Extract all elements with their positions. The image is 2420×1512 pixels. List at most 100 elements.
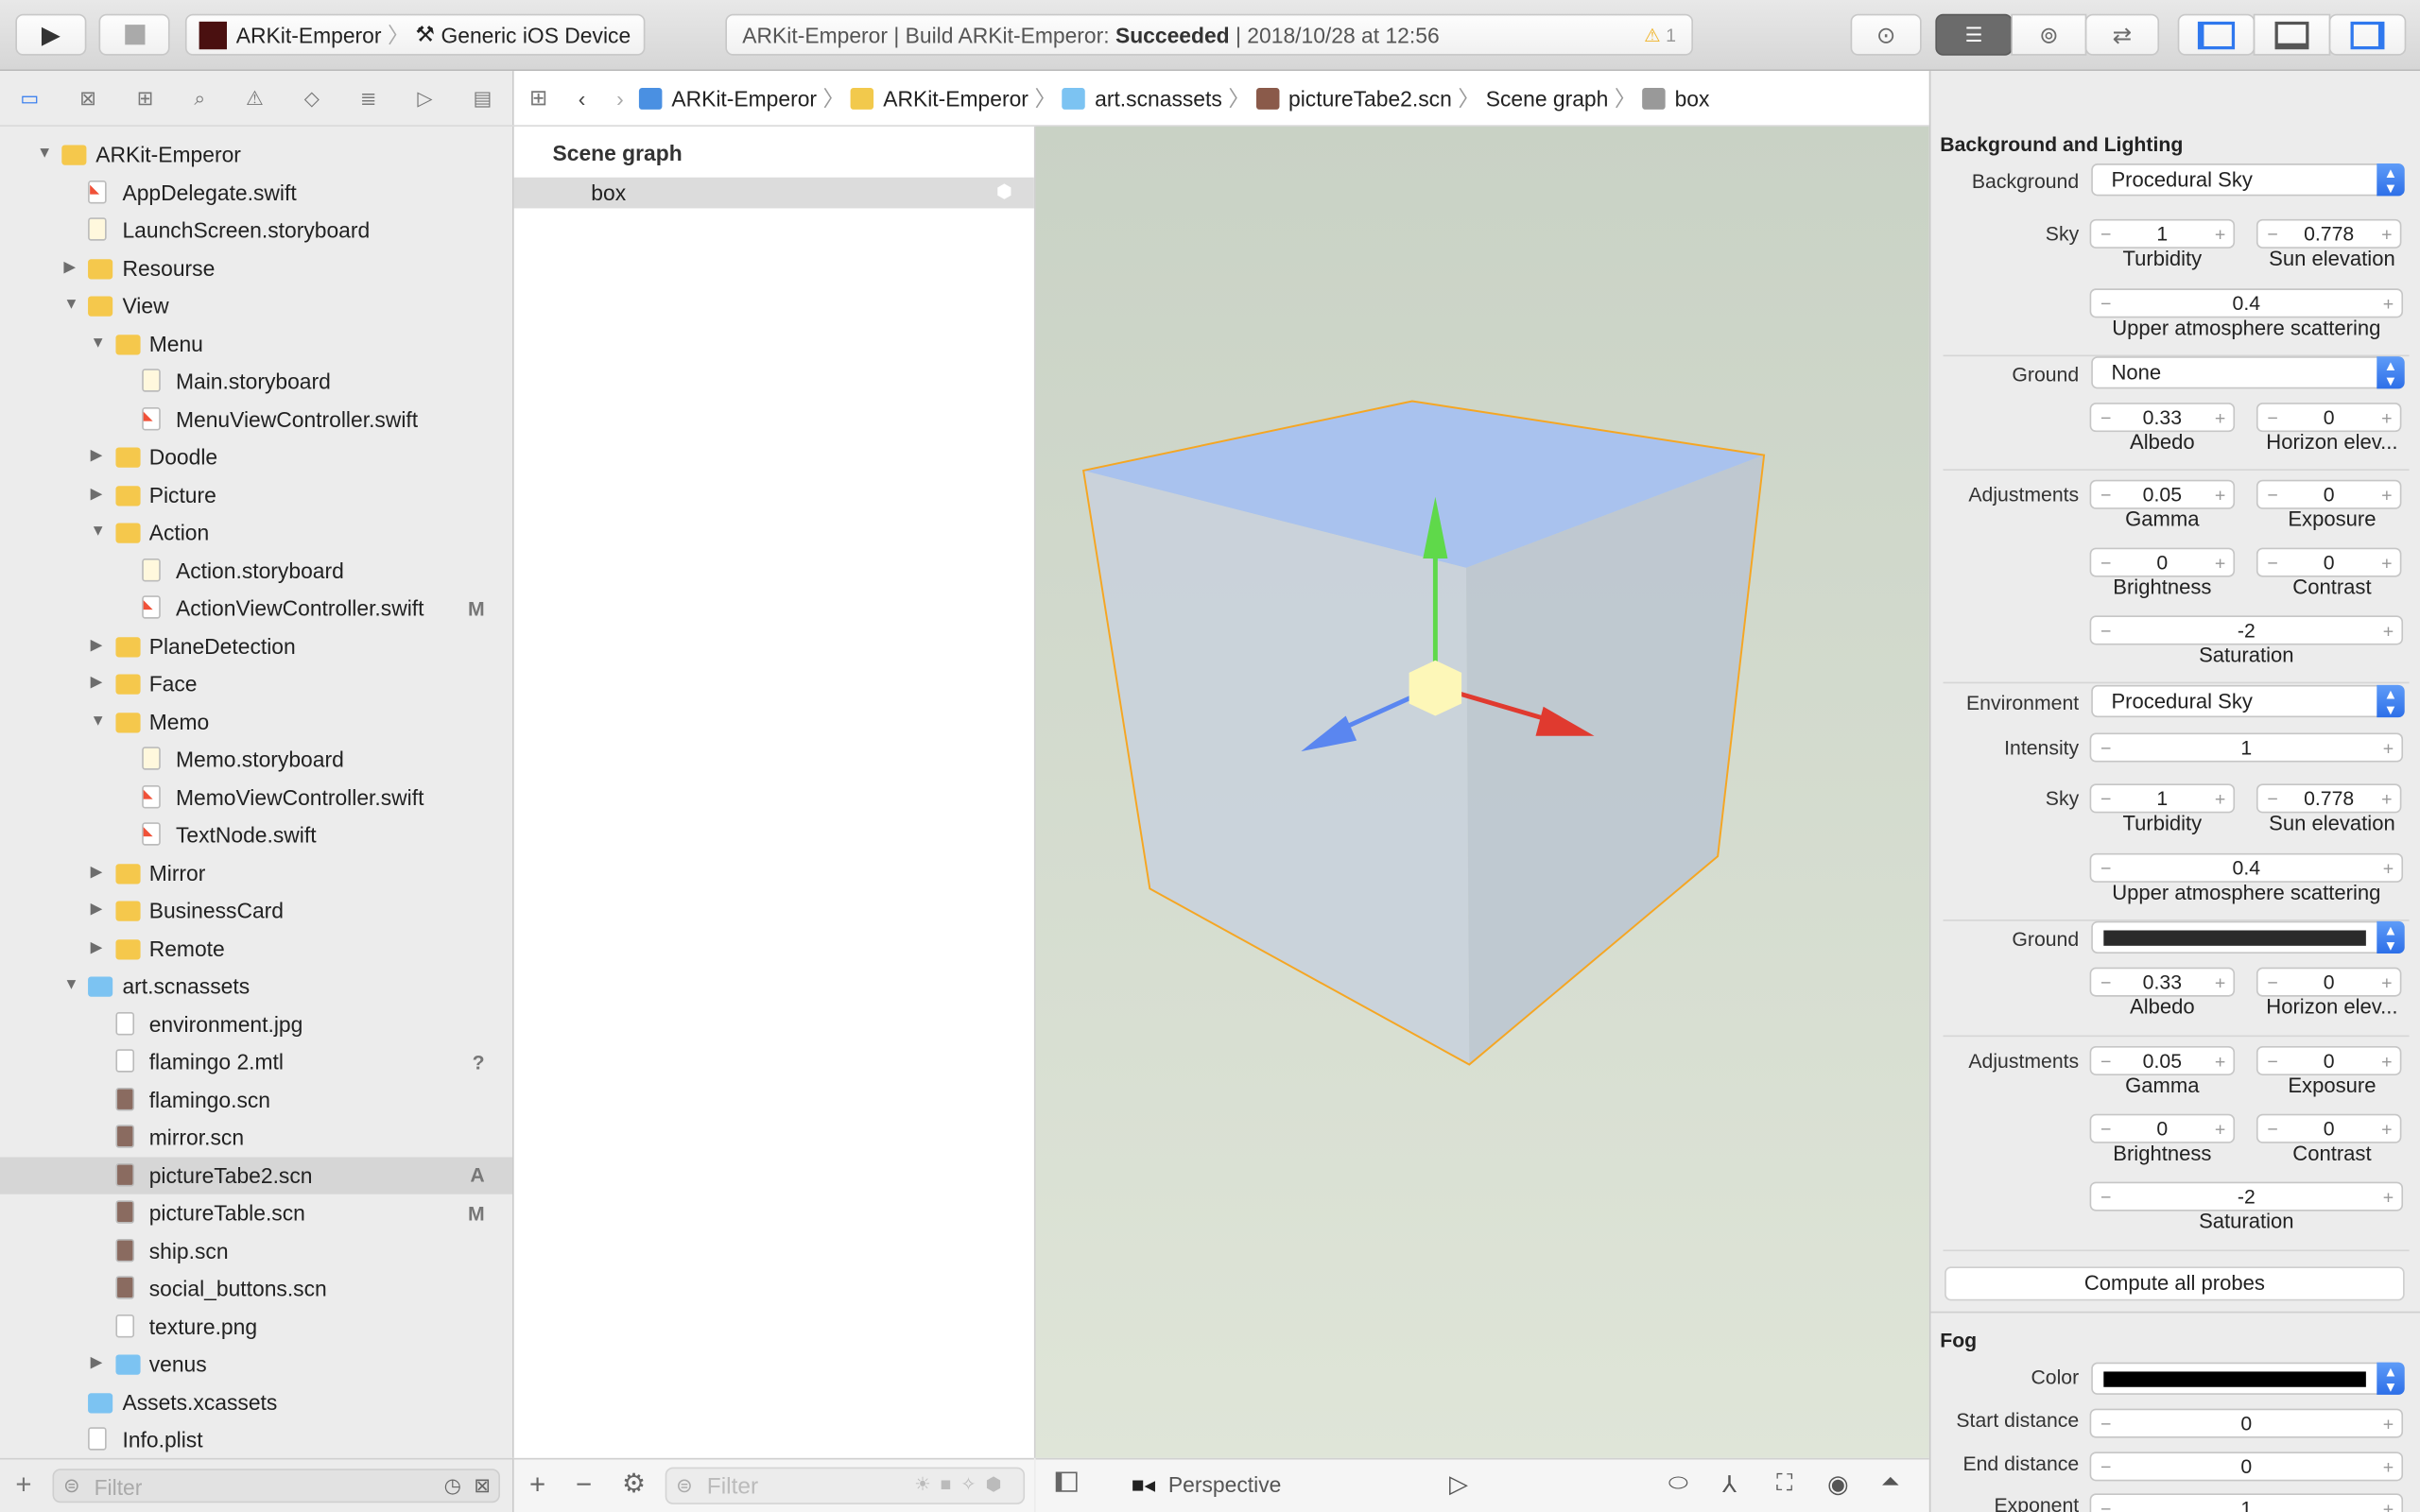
decrement-icon[interactable]: −: [2100, 857, 2111, 879]
number-stepper[interactable]: − 0 +: [2089, 1408, 2404, 1438]
file-item[interactable]: ▼ Action: [0, 514, 512, 551]
disclosure-closed-icon[interactable]: ▶: [91, 1354, 103, 1371]
scheme-selector[interactable]: ARKit-Emperor 〉 ⚒ Generic iOS Device: [184, 13, 646, 56]
number-stepper[interactable]: − 0.05 +: [2089, 1045, 2236, 1075]
decrement-icon[interactable]: −: [2267, 1050, 2277, 1072]
number-stepper[interactable]: − 0 +: [2089, 1452, 2404, 1482]
number-stepper[interactable]: − 0 +: [2089, 1113, 2236, 1143]
back-button[interactable]: ‹: [579, 86, 586, 111]
filter-type-icons[interactable]: ☀■✧⬢: [914, 1473, 1011, 1495]
axes-icon[interactable]: ⅄: [1722, 1470, 1737, 1499]
stepper-value[interactable]: -2: [2238, 1185, 2256, 1208]
file-item[interactable]: social_buttons.scn: [0, 1270, 512, 1307]
number-stepper[interactable]: − 0 +: [2256, 1045, 2402, 1075]
popup-button[interactable]: Procedural Sky ▲ ▼: [2091, 684, 2405, 718]
file-item[interactable]: pictureTable.scn M: [0, 1194, 512, 1231]
stepper-value[interactable]: 0: [2324, 551, 2335, 574]
file-item[interactable]: mirror.scn: [0, 1119, 512, 1156]
popup-button[interactable]: Procedural Sky ▲ ▼: [2091, 163, 2405, 197]
increment-icon[interactable]: +: [2381, 1118, 2392, 1140]
file-item[interactable]: ▶ PlaneDetection: [0, 627, 512, 664]
forward-button[interactable]: ›: [616, 86, 624, 111]
decrement-icon[interactable]: −: [2100, 737, 2111, 759]
increment-icon[interactable]: +: [2381, 223, 2392, 245]
folder-icon[interactable]: ▭: [20, 86, 39, 111]
decrement-icon[interactable]: −: [2100, 620, 2111, 642]
file-item[interactable]: ▼ ARKit-Emperor: [0, 136, 512, 173]
file-item[interactable]: Main.storyboard: [0, 363, 512, 400]
sidebar-toggle-icon[interactable]: [1055, 1471, 1078, 1492]
stepper-value[interactable]: 0: [2324, 1117, 2335, 1140]
increment-icon[interactable]: +: [2383, 1186, 2394, 1208]
decrement-icon[interactable]: −: [2100, 292, 2111, 314]
camera-selector[interactable]: Perspective: [1168, 1472, 1281, 1497]
decrement-icon[interactable]: −: [2100, 1186, 2111, 1208]
decrement-icon[interactable]: −: [2267, 223, 2277, 245]
stepper-value[interactable]: 0.778: [2304, 222, 2354, 245]
number-stepper[interactable]: − 0 +: [2089, 547, 2236, 577]
stop-button[interactable]: [98, 13, 170, 56]
decrement-icon[interactable]: −: [2267, 406, 2277, 428]
frame-icon[interactable]: ⛶: [1776, 1470, 1792, 1497]
warning-icon[interactable]: ⚠: [246, 86, 264, 111]
hierarchy-icon[interactable]: ⊞: [137, 86, 154, 111]
number-stepper[interactable]: − 1 +: [2089, 1493, 2404, 1512]
file-item[interactable]: Memo.storyboard: [0, 741, 512, 778]
increment-icon[interactable]: +: [2215, 406, 2225, 428]
file-item[interactable]: ▶ Doodle: [0, 438, 512, 475]
disclosure-open-icon[interactable]: ▼: [91, 334, 106, 351]
toggle-navigator-button[interactable]: [2177, 13, 2256, 56]
decrement-icon[interactable]: −: [2267, 1118, 2277, 1140]
number-stepper[interactable]: − -2 +: [2089, 615, 2404, 645]
scene-filter-input[interactable]: ⊜ Filter ☀■✧⬢: [665, 1467, 1026, 1504]
decrement-icon[interactable]: −: [2267, 484, 2277, 506]
increment-icon[interactable]: +: [2381, 971, 2392, 993]
scene-node-box[interactable]: box ⬢: [513, 177, 1034, 209]
file-item[interactable]: ◣ AppDelegate.swift: [0, 174, 512, 211]
increment-icon[interactable]: +: [2383, 857, 2394, 879]
disclosure-closed-icon[interactable]: ▶: [91, 674, 103, 691]
stepper-value[interactable]: 1: [2156, 787, 2168, 810]
debug-icon[interactable]: ≣: [360, 86, 377, 111]
add-icon[interactable]: +: [15, 1469, 31, 1501]
decrement-icon[interactable]: −: [2100, 223, 2111, 245]
stepper-value[interactable]: 0.33: [2143, 405, 2182, 428]
recent-icon[interactable]: ◷: [444, 1473, 462, 1498]
number-stepper[interactable]: − -2 +: [2089, 1181, 2404, 1211]
stepper-value[interactable]: 0.33: [2143, 971, 2182, 993]
breadcrumb-item[interactable]: art.scnassets: [1062, 86, 1222, 111]
toggle-inspector-button[interactable]: [2328, 13, 2407, 56]
file-item[interactable]: ▶ Resourse: [0, 249, 512, 286]
increment-icon[interactable]: +: [2215, 971, 2225, 993]
toggle-debug-button[interactable]: [2253, 13, 2331, 56]
disclosure-closed-icon[interactable]: ▶: [91, 901, 103, 918]
stepper-value[interactable]: 0.05: [2143, 483, 2182, 506]
stepper-value[interactable]: 1: [2240, 736, 2252, 759]
disclosure-open-icon[interactable]: ▼: [91, 712, 106, 729]
number-stepper[interactable]: − 0.4 +: [2089, 852, 2404, 883]
breadcrumb-item[interactable]: pictureTabe2.scn: [1255, 86, 1452, 111]
file-item[interactable]: ◣ ActionViewController.swift M: [0, 590, 512, 627]
increment-icon[interactable]: +: [2215, 552, 2225, 574]
warning-count[interactable]: ⚠ 1: [1644, 24, 1676, 45]
increment-icon[interactable]: +: [2215, 223, 2225, 245]
number-stepper[interactable]: − 0.05 +: [2089, 479, 2236, 509]
compute-all-probes-button[interactable]: Compute all probes: [1945, 1266, 2405, 1301]
increment-icon[interactable]: +: [2383, 1455, 2394, 1477]
file-item[interactable]: environment.jpg: [0, 1005, 512, 1042]
breadcrumb-item[interactable]: box: [1642, 86, 1709, 111]
stepper-value[interactable]: 0: [2156, 551, 2168, 574]
orbit-icon[interactable]: ⬭: [1668, 1470, 1688, 1497]
disclosure-closed-icon[interactable]: ▶: [91, 485, 103, 502]
stepper-value[interactable]: 0.05: [2143, 1049, 2182, 1072]
stepper-value[interactable]: 0.4: [2233, 292, 2261, 315]
decrement-icon[interactable]: −: [2267, 787, 2277, 809]
number-stepper[interactable]: − 1 +: [2089, 783, 2236, 814]
increment-icon[interactable]: +: [2381, 484, 2392, 506]
file-item[interactable]: ▼ Menu: [0, 325, 512, 362]
number-stepper[interactable]: − 1 +: [2089, 732, 2404, 763]
disclosure-open-icon[interactable]: ▼: [37, 145, 52, 162]
run-button[interactable]: ▶: [15, 13, 87, 56]
file-item[interactable]: flamingo.scn: [0, 1081, 512, 1118]
stepper-value[interactable]: 1: [2240, 1497, 2252, 1512]
